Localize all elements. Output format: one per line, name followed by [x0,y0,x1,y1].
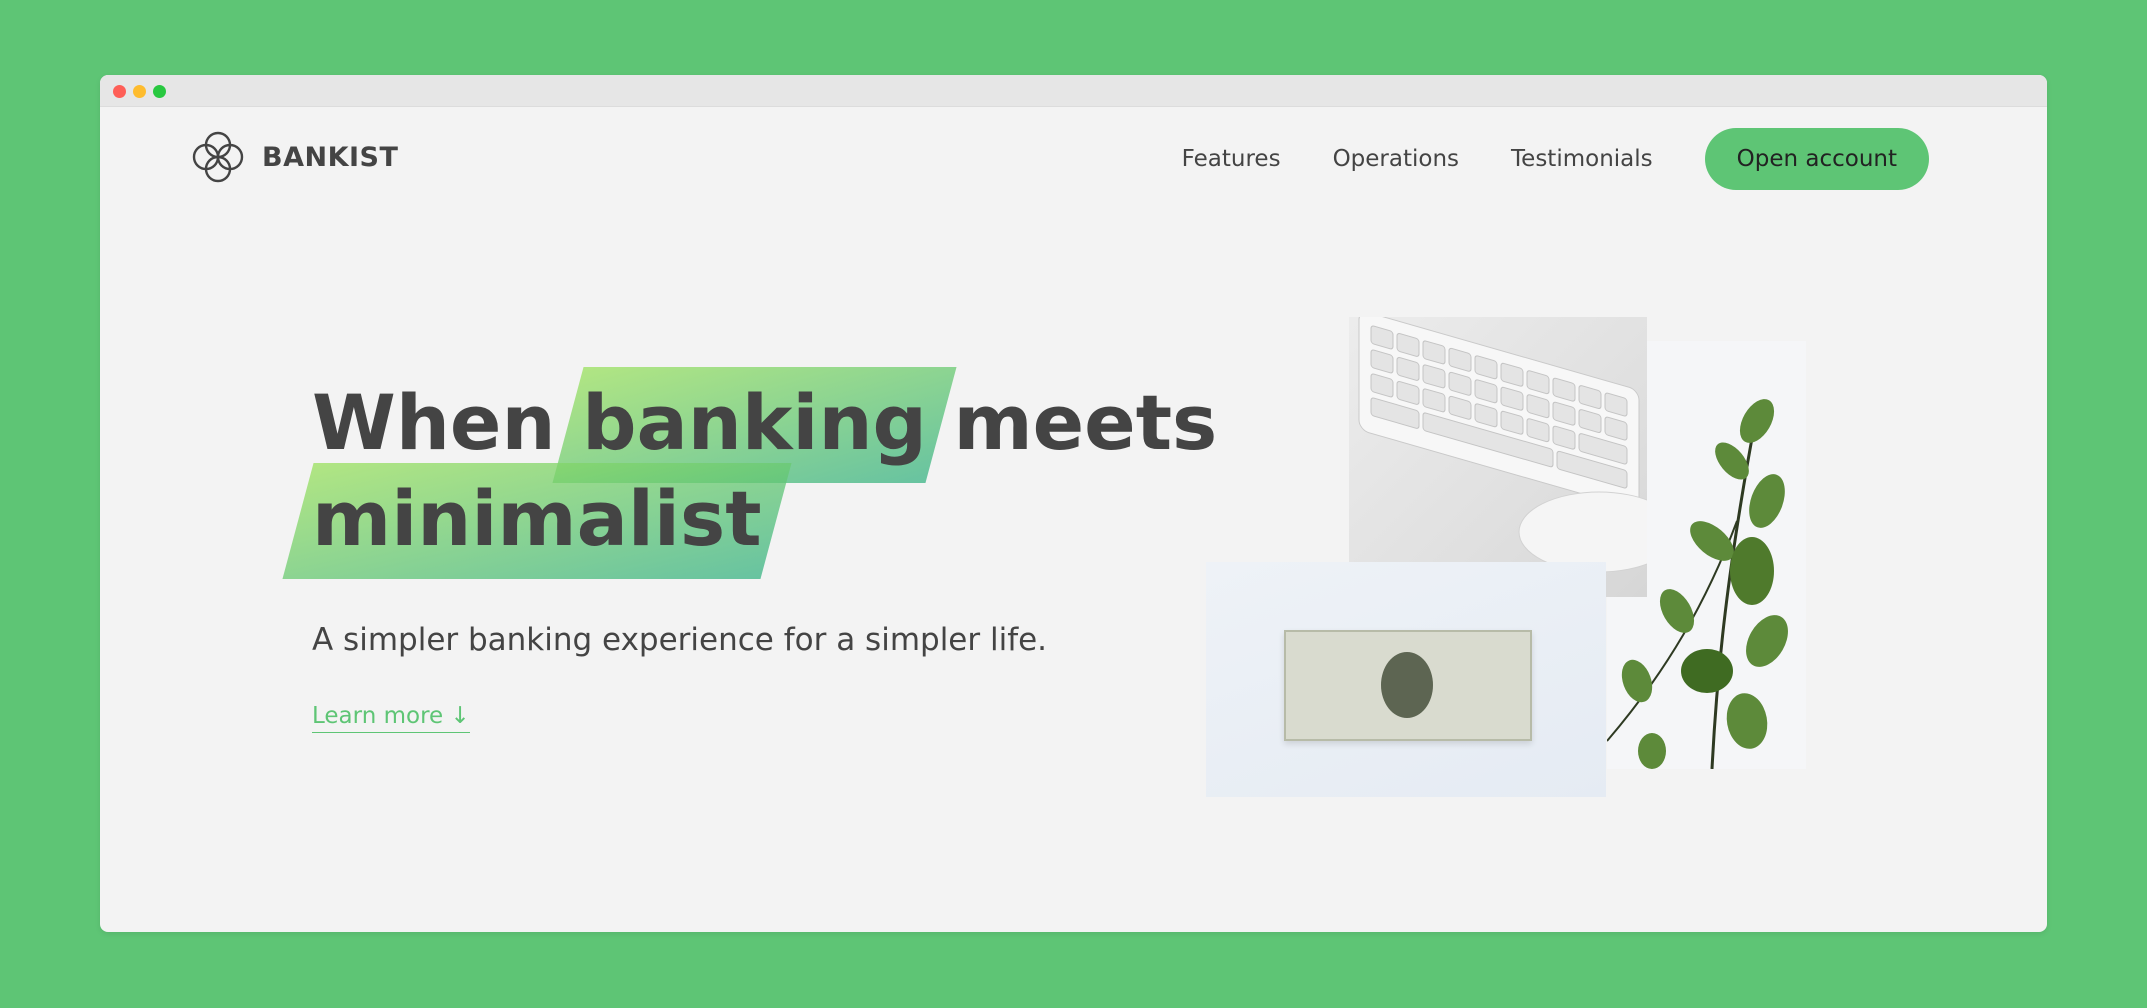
hero-section: When banking meets minimalist A simpler … [312,375,1217,733]
nav-link-operations[interactable]: Operations [1333,146,1459,172]
hero-title-word: When [312,378,556,467]
hero-title-highlight-banking: banking [582,375,927,471]
nav-link-features[interactable]: Features [1182,146,1281,172]
brand-logo[interactable]: BANKIST [188,127,398,187]
hero-title-highlight-minimalist: minimalist [312,471,762,567]
hero-image-collage [1206,311,1806,797]
learn-more-link[interactable]: Learn more ↓ [312,703,470,733]
window-titlebar [100,75,2047,107]
dollar-bill-image [1206,562,1606,797]
browser-window: BANKIST Features Operations Testimonials… [100,75,2047,932]
close-window-button[interactable] [113,85,126,98]
minimize-window-button[interactable] [133,85,146,98]
four-circles-logo-icon [192,131,244,183]
hero-title-line-2: minimalist [312,471,1217,567]
hero-title-line-1: When banking meets [312,375,1217,471]
nav-link-testimonials[interactable]: Testimonials [1511,146,1653,172]
maximize-window-button[interactable] [153,85,166,98]
hero-subtitle: A simpler banking experience for a simpl… [312,622,1048,658]
keyboard-image [1349,311,1680,597]
keyboard-mouse-illustration [1358,311,1680,573]
brand-name: BANKIST [262,141,399,173]
dollar-bill [1284,630,1532,741]
open-account-button[interactable]: Open account [1704,128,1929,190]
bill-portrait [1381,652,1433,718]
main-nav: Features Operations Testimonials Open ac… [1182,128,1929,190]
hero-title-word: meets [953,378,1218,467]
